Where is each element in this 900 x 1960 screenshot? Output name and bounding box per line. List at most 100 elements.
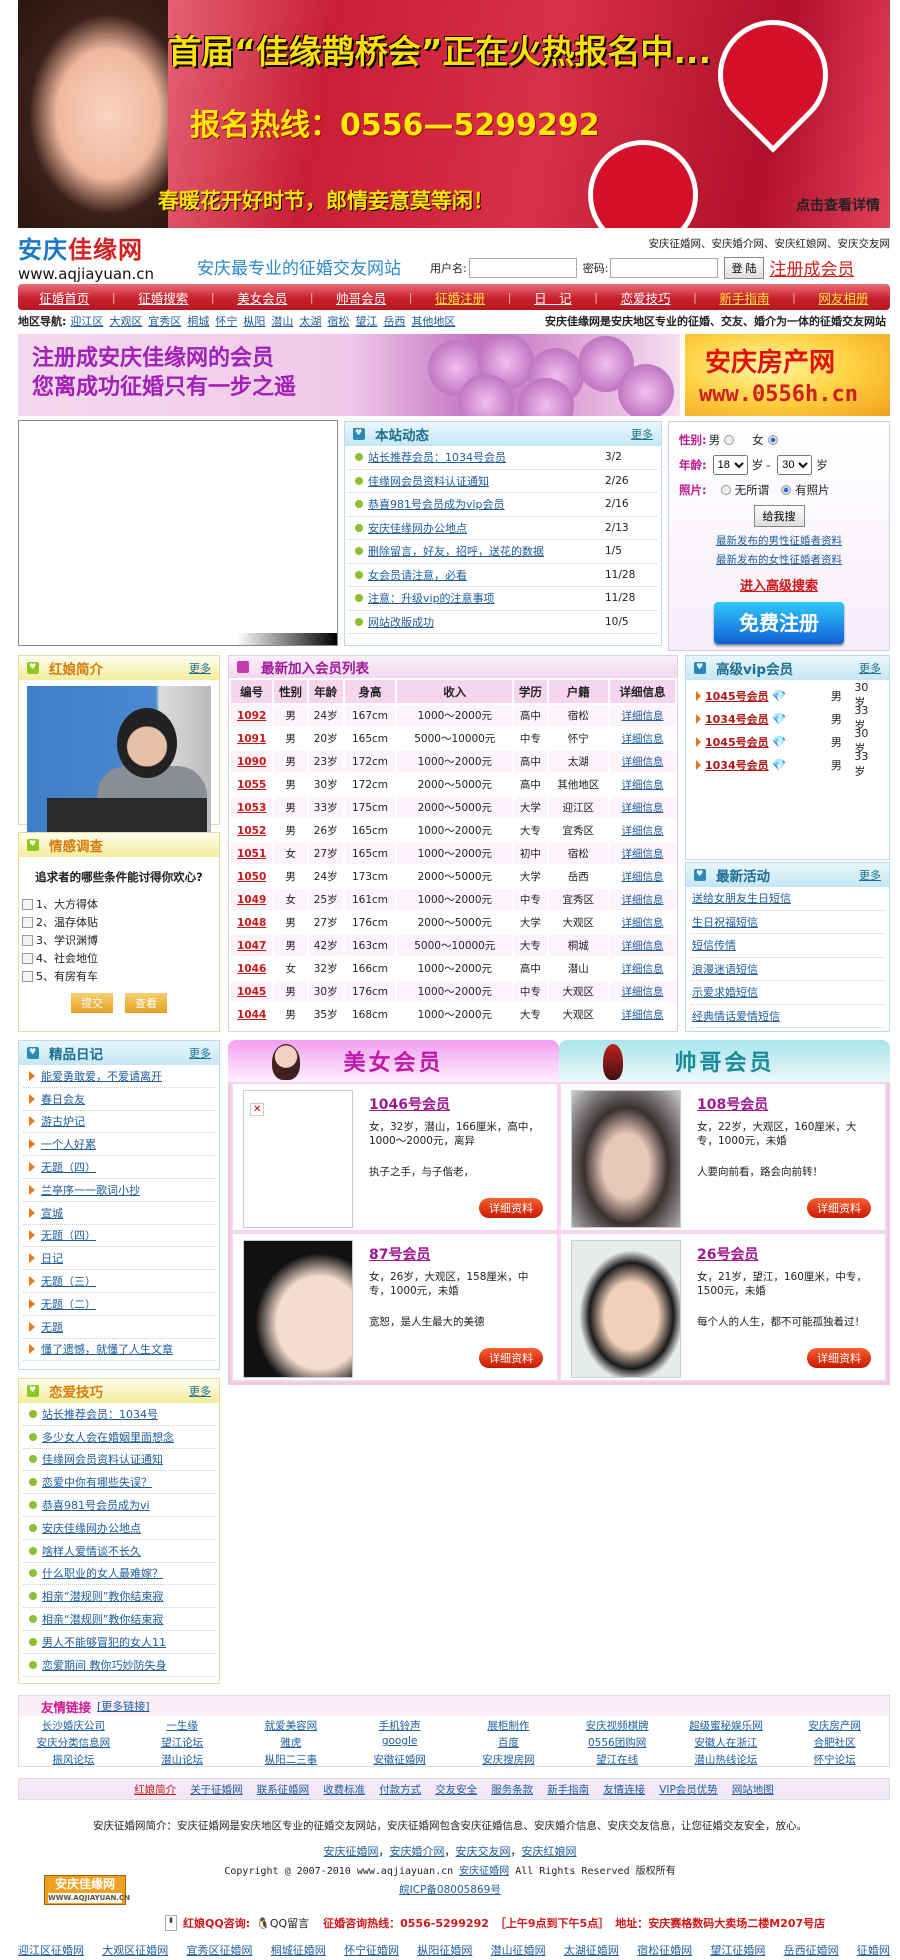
age-to-select[interactable]: 30: [777, 455, 813, 475]
details-link[interactable]: 详细信息: [609, 981, 675, 1002]
details-button[interactable]: 详细资料: [807, 1348, 871, 1368]
activities-link[interactable]: 短信传情: [692, 937, 736, 953]
region-link[interactable]: 怀宁: [215, 313, 237, 329]
region-link[interactable]: 宜秀区: [148, 313, 181, 329]
details-link[interactable]: 详细信息: [610, 912, 675, 933]
city-link[interactable]: 宜秀区征婚网: [187, 1942, 253, 1958]
member-id-link[interactable]: 1055: [231, 774, 272, 795]
nav-item[interactable]: 帅哥会员: [336, 288, 386, 307]
more-link[interactable]: 更多: [631, 426, 653, 442]
copyright-link[interactable]: 安庆征婚网: [459, 1866, 509, 1877]
city-link[interactable]: 怀宁征婚网: [344, 1942, 399, 1958]
city-link[interactable]: 宿松征婚网: [637, 1942, 692, 1958]
male-radio[interactable]: [724, 435, 735, 445]
tips-link[interactable]: 恋爱期间 教你巧妙防失身: [42, 1657, 167, 1673]
diary-link[interactable]: 春日会友: [41, 1091, 85, 1107]
member-id-link[interactable]: 1046: [231, 958, 272, 979]
city-link[interactable]: 太湖征婚网: [564, 1942, 619, 1958]
more-link[interactable]: 更多: [189, 660, 211, 676]
footer-keyword-link[interactable]: 安庆婚介网: [390, 1845, 445, 1858]
member-photo[interactable]: [571, 1240, 681, 1378]
tips-link[interactable]: 啥样人爱情谈不长久: [42, 1543, 141, 1559]
activities-link[interactable]: 示爱求婚短信: [692, 984, 758, 1000]
submit-button[interactable]: 提交: [71, 993, 113, 1013]
region-link[interactable]: 宿松: [327, 313, 349, 329]
advanced-search-link[interactable]: 进入高级搜索: [679, 575, 879, 594]
member-photo[interactable]: [243, 1240, 353, 1378]
diary-link[interactable]: 无题（三）: [41, 1273, 96, 1289]
female-radio[interactable]: [767, 435, 778, 445]
footer-nav-link[interactable]: 友情连接: [603, 1782, 645, 1797]
friend-link[interactable]: 0556团购网: [563, 1735, 672, 1750]
more-link[interactable]: 更多: [189, 1383, 211, 1399]
more-links[interactable]: [更多链接]: [97, 1698, 150, 1714]
news-link[interactable]: 站长推荐会员：1034号会员: [368, 449, 506, 465]
site-logo[interactable]: 安庆佳缘网 www.aqjiayuan.cn: [18, 230, 154, 283]
free-register-button[interactable]: 免费注册: [714, 602, 844, 644]
tips-link[interactable]: 相亲“潜规则”教你结束寂: [42, 1588, 163, 1604]
age-from-select[interactable]: 18: [712, 455, 748, 475]
banner-details-link[interactable]: 点击查看详情: [796, 195, 880, 215]
survey-checkbox[interactable]: [22, 916, 33, 928]
region-link[interactable]: 大观区: [109, 313, 142, 329]
details-link[interactable]: 详细信息: [610, 866, 675, 887]
latest-male-link[interactable]: 最新发布的男性征婚者资料: [679, 533, 879, 548]
nav-item[interactable]: 新手指南: [719, 288, 769, 307]
nav-item[interactable]: 征婚注册: [435, 288, 485, 307]
details-button[interactable]: 详细资料: [807, 1198, 871, 1218]
member-id-link[interactable]: 1044: [231, 1004, 272, 1025]
nav-item[interactable]: 征婚搜索: [138, 288, 188, 307]
details-button[interactable]: 详细资料: [479, 1348, 543, 1368]
footer-nav-link[interactable]: 收费标准: [323, 1782, 365, 1797]
member-photo[interactable]: [571, 1090, 681, 1228]
friend-link[interactable]: 长沙婚庆公司: [19, 1718, 128, 1733]
friend-link[interactable]: google: [345, 1735, 454, 1750]
footer-nav-link[interactable]: 关于征婚网: [190, 1782, 243, 1797]
nav-item[interactable]: 征婚首页: [39, 288, 89, 307]
city-link[interactable]: 桐城征婚网: [271, 1942, 326, 1958]
details-link[interactable]: 详细信息: [610, 728, 675, 749]
footer-nav-link[interactable]: 红娘简介: [134, 1782, 176, 1797]
diary-link[interactable]: 能爱勇敢爱，不爱请离开: [41, 1068, 162, 1084]
diary-link[interactable]: 日记: [41, 1250, 63, 1266]
friend-link[interactable]: 合肥社区: [780, 1735, 889, 1750]
tips-link[interactable]: 多少女人会在婚姻里面想念: [42, 1429, 174, 1445]
footer-nav-link[interactable]: VIP会员优势: [659, 1782, 718, 1797]
friend-link[interactable]: 百度: [454, 1735, 563, 1750]
details-link[interactable]: 详细信息: [609, 797, 675, 818]
login-button[interactable]: 登 陆: [724, 256, 764, 279]
footer-nav-link[interactable]: 付款方式: [379, 1782, 421, 1797]
more-link[interactable]: 更多: [859, 867, 881, 883]
friend-link[interactable]: 枞阳二三事: [237, 1752, 346, 1767]
city-link[interactable]: 征婚网: [857, 1942, 890, 1958]
friend-link[interactable]: 望江在线: [563, 1752, 672, 1767]
friend-link[interactable]: 望江论坛: [128, 1735, 237, 1750]
friend-link[interactable]: 安庆视频棋牌: [563, 1718, 672, 1733]
diary-link[interactable]: 无题（四）: [41, 1227, 96, 1243]
member-name-link[interactable]: 26号会员: [697, 1244, 758, 1264]
footer-nav-link[interactable]: 联系征婚网: [257, 1782, 310, 1797]
footer-nav-link[interactable]: 新手指南: [547, 1782, 589, 1797]
city-link[interactable]: 大观区征婚网: [102, 1942, 168, 1958]
member-name-link[interactable]: 87号会员: [369, 1244, 430, 1264]
member-photo[interactable]: ✕: [243, 1090, 353, 1228]
tips-link[interactable]: 站长推荐会员：1034号: [42, 1406, 158, 1422]
news-link[interactable]: 安庆佳缘网办公地点: [368, 520, 467, 536]
tips-link[interactable]: 安庆佳缘网办公地点: [42, 1520, 141, 1536]
diary-link[interactable]: 无题: [41, 1319, 63, 1335]
activities-link[interactable]: 生日祝福短信: [692, 914, 758, 930]
region-link[interactable]: 潜山: [271, 313, 293, 329]
region-link[interactable]: 桐城: [187, 313, 209, 329]
survey-checkbox[interactable]: [22, 898, 33, 910]
friend-link[interactable]: 怀宁论坛: [780, 1752, 889, 1767]
tab-male-members[interactable]: 帅哥会员: [559, 1040, 890, 1082]
password-input[interactable]: [610, 257, 719, 278]
footer-logo[interactable]: 安庆佳缘网 WWW.AQJIAYUAN.CN: [44, 1875, 130, 1905]
more-link[interactable]: 更多: [859, 660, 881, 676]
details-link[interactable]: 详细信息: [609, 935, 675, 956]
city-link[interactable]: 望江征婚网: [710, 1942, 765, 1958]
member-id-link[interactable]: 1053: [231, 797, 273, 818]
tips-link[interactable]: 什么职业的女人最难嫁？: [42, 1565, 163, 1581]
friend-link[interactable]: 安庆搜房网: [454, 1752, 563, 1767]
friend-link[interactable]: 展柜制作: [454, 1718, 563, 1733]
